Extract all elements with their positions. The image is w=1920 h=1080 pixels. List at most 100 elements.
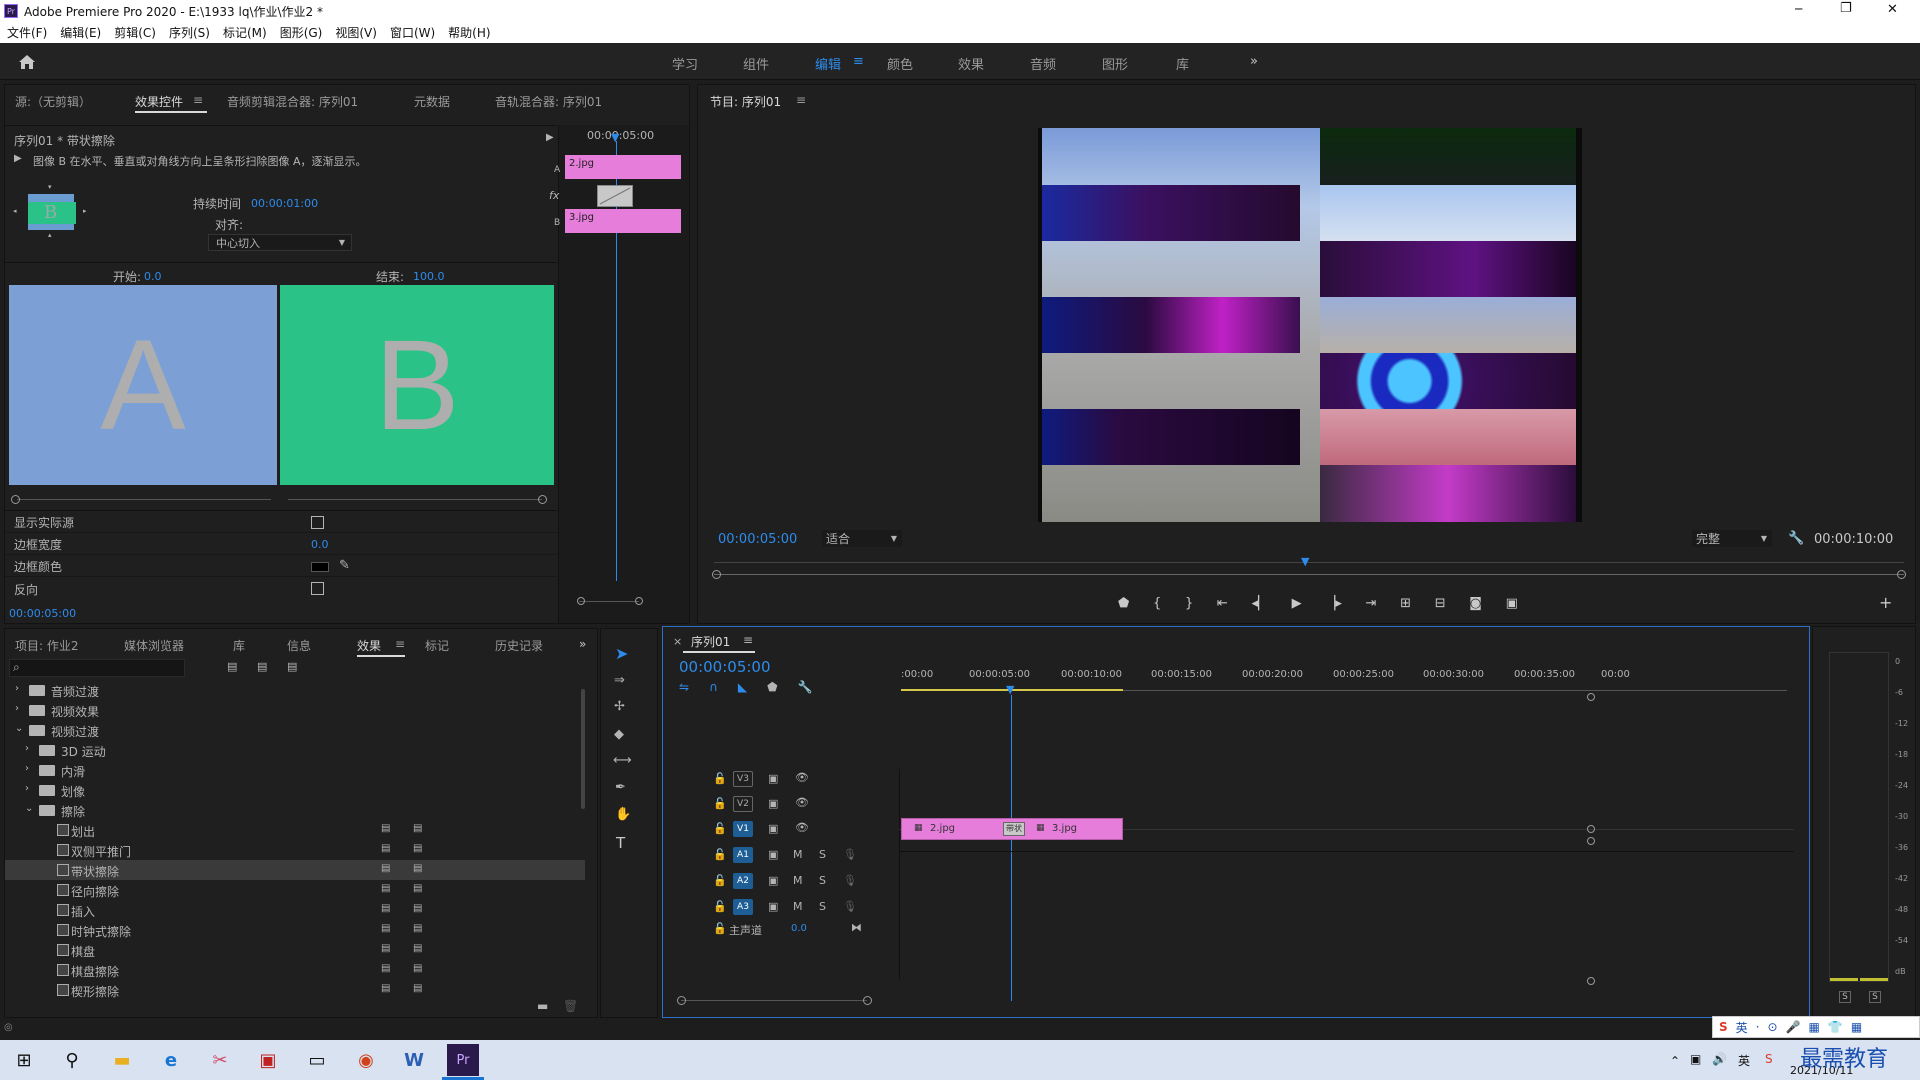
- reverse-checkbox[interactable]: [311, 582, 324, 595]
- tab-libraries[interactable]: 库: [233, 637, 245, 654]
- effects-item[interactable]: 双侧平推门 ▤ ▤: [5, 840, 585, 860]
- mark-in-icon[interactable]: {: [1153, 596, 1161, 611]
- solo-button[interactable]: S: [819, 874, 826, 887]
- effects-item[interactable]: 带状擦除 ▤ ▤: [5, 860, 585, 880]
- start-slider-track[interactable]: [17, 499, 271, 500]
- effects-folder[interactable]: › 内滑: [5, 760, 585, 780]
- end-slider-track[interactable]: [288, 499, 542, 500]
- workspace-menu-icon[interactable]: ≡: [853, 54, 864, 69]
- lock-icon[interactable]: 🔓: [713, 848, 727, 861]
- menu-marker[interactable]: 标记(M): [223, 24, 267, 41]
- menu-clip[interactable]: 剪辑(C): [114, 24, 156, 41]
- go-to-out-icon[interactable]: ⇥: [1366, 596, 1377, 611]
- chevron-right-icon[interactable]: ›: [25, 763, 29, 774]
- voice-over-mic-icon[interactable]: 🎙: [843, 874, 857, 887]
- track-select-tool-icon[interactable]: ⇒: [614, 673, 625, 688]
- go-to-in-icon[interactable]: ⇤: [1217, 596, 1228, 611]
- sync-lock-icon[interactable]: ▣: [768, 772, 778, 785]
- menu-view[interactable]: 视图(V): [335, 24, 377, 41]
- snipping-tool-icon[interactable]: ✂: [204, 1044, 236, 1076]
- track-target-toggle[interactable]: A2: [733, 873, 753, 889]
- timeline-transition-block[interactable]: 带状: [1003, 822, 1025, 836]
- chevron-down-icon[interactable]: ⌄: [25, 803, 33, 814]
- add-marker-icon[interactable]: ⬟: [767, 680, 777, 696]
- effects-folder[interactable]: ⌄ 擦除: [5, 800, 585, 820]
- effects-folder[interactable]: › 划像: [5, 780, 585, 800]
- snap-icon[interactable]: ∩: [709, 680, 718, 696]
- effects-folder[interactable]: › 3D 运动: [5, 740, 585, 760]
- lock-icon[interactable]: 🔓: [713, 797, 727, 810]
- comparison-view-icon[interactable]: ▣: [1506, 596, 1518, 611]
- pen-tool-icon[interactable]: ✒: [615, 780, 626, 795]
- program-scroll-right-handle[interactable]: [1897, 570, 1906, 579]
- mute-button[interactable]: M: [793, 848, 803, 861]
- effects-item[interactable]: 楔形擦除 ▤ ▤: [5, 980, 585, 1000]
- search-icon[interactable]: ⚲: [56, 1044, 88, 1076]
- timeline-ruler[interactable]: :00:00 00:00:05:00 00:00:10:00 00:00:15:…: [901, 663, 1787, 693]
- sync-lock-icon[interactable]: ▣: [768, 822, 778, 835]
- effects-item[interactable]: 径向擦除 ▤ ▤: [5, 880, 585, 900]
- timeline-sequence-tab[interactable]: 序列01: [691, 633, 730, 650]
- start-slider-handle[interactable]: [11, 495, 20, 504]
- show-actual-sources-checkbox[interactable]: [311, 516, 324, 529]
- extract-icon[interactable]: ⊟: [1435, 596, 1446, 611]
- timeline-scroll-left-handle[interactable]: [677, 996, 686, 1005]
- yuv-effects-icon[interactable]: ▤: [287, 660, 297, 673]
- workspace-assembly[interactable]: 组件: [743, 54, 769, 73]
- selection-tool-icon[interactable]: ➤: [615, 644, 628, 663]
- mini-zoom-track[interactable]: [579, 601, 639, 602]
- program-playhead-icon[interactable]: ▼: [1301, 555, 1309, 568]
- workspace-graphics[interactable]: 图形: [1102, 54, 1128, 73]
- sync-lock-icon[interactable]: ▣: [768, 900, 778, 913]
- tab-audio-track-mixer[interactable]: 音轨混合器: 序列01: [495, 93, 602, 110]
- ime-voice-icon[interactable]: 🎤: [1786, 1020, 1801, 1034]
- file-explorer-icon[interactable]: ▬: [106, 1044, 138, 1076]
- vertical-zoom-handle-a[interactable]: [1587, 837, 1595, 845]
- chrome-icon[interactable]: ◉: [350, 1044, 382, 1076]
- slip-tool-icon[interactable]: ⟷: [613, 753, 632, 768]
- voice-over-mic-icon[interactable]: 🎙: [843, 900, 857, 913]
- tab-metadata[interactable]: 元数据: [414, 93, 450, 110]
- timeline-settings-wrench-icon[interactable]: 🔧: [798, 680, 813, 696]
- sogou-logo-icon[interactable]: S: [1719, 1020, 1728, 1034]
- effects-item[interactable]: 插入 ▤ ▤: [5, 900, 585, 920]
- razor-tool-icon[interactable]: ◆: [614, 727, 624, 742]
- effects-folder[interactable]: ⌄ 视频过渡: [5, 720, 585, 740]
- edge-icon[interactable]: e: [155, 1044, 187, 1076]
- mini-clip-b[interactable]: 3.jpg: [565, 209, 681, 233]
- workspace-audio[interactable]: 音频: [1030, 54, 1056, 73]
- lock-icon[interactable]: 🔓: [713, 900, 727, 913]
- accelerated-effects-icon[interactable]: ▤: [227, 660, 237, 673]
- restore-button[interactable]: ❐: [1840, 1, 1852, 16]
- terminal-icon[interactable]: ▭: [301, 1044, 333, 1076]
- workspace-color[interactable]: 颜色: [887, 54, 913, 73]
- border-color-swatch[interactable]: [311, 562, 329, 572]
- toggle-output-eye-icon[interactable]: 👁: [795, 796, 809, 809]
- ime-emoji-icon[interactable]: ⊙: [1768, 1020, 1778, 1034]
- timeline-timecode[interactable]: 00:00:05:00: [679, 658, 771, 676]
- effect-controls-timecode[interactable]: 00:00:05:00: [9, 607, 76, 620]
- tab-effects[interactable]: 效果: [357, 637, 381, 654]
- timeline-horizontal-scrollbar[interactable]: [681, 1000, 867, 1001]
- expand-arrow-icon[interactable]: ▶: [546, 132, 554, 143]
- tab-effects-menu-icon[interactable]: ≡: [395, 637, 405, 651]
- new-bin-icon[interactable]: ▬: [537, 999, 548, 1013]
- mute-button[interactable]: M: [793, 874, 803, 887]
- edge-selector-top-icon[interactable]: ▾: [48, 183, 52, 191]
- go-to-end-icon[interactable]: ⧓: [851, 921, 862, 934]
- windows-start-icon[interactable]: ⊞: [8, 1044, 40, 1076]
- program-scroll-left-handle[interactable]: [712, 570, 721, 579]
- timeline-menu-icon[interactable]: ≡: [743, 633, 753, 647]
- master-volume-value[interactable]: 0.0: [791, 923, 807, 934]
- solo-button[interactable]: S: [819, 900, 826, 913]
- menu-window[interactable]: 窗口(W): [390, 24, 435, 41]
- tab-effect-controls[interactable]: 效果控件: [135, 93, 183, 110]
- lock-icon[interactable]: 🔓: [713, 874, 727, 887]
- sync-lock-icon[interactable]: ▣: [768, 874, 778, 887]
- track-target-toggle[interactable]: V3: [733, 771, 753, 787]
- play-transition-icon[interactable]: ▶: [14, 153, 22, 164]
- ime-skin-icon[interactable]: 👕: [1828, 1020, 1843, 1034]
- start-value[interactable]: 0.0: [144, 270, 162, 283]
- voice-over-mic-icon[interactable]: 🎙: [843, 848, 857, 861]
- timeline-scroll-right-handle[interactable]: [863, 996, 872, 1005]
